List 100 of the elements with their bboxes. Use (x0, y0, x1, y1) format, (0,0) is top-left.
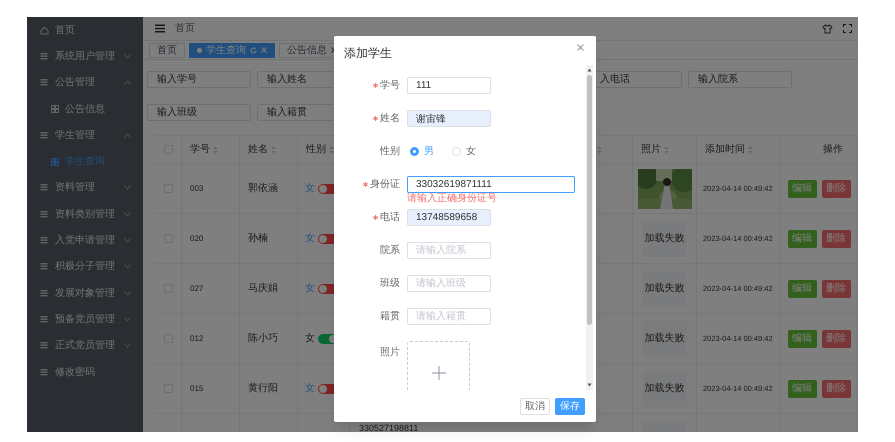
column-header[interactable]: 性别 (306, 142, 334, 157)
list-icon (40, 52, 49, 61)
upload-box[interactable] (407, 341, 470, 390)
column-header[interactable]: 学号 (190, 142, 218, 157)
edit-button[interactable]: 编辑 (788, 330, 816, 348)
required-icon (363, 182, 368, 187)
table-cell: 黄行阳 (240, 364, 298, 414)
menu-item[interactable]: 入党申请管理 (27, 227, 143, 254)
input-field[interactable]: 13748589658 (407, 209, 491, 226)
menu-item[interactable]: 发展对象管理 (27, 280, 143, 306)
chevron-down-icon (124, 212, 131, 217)
input-field[interactable]: 33032619871111 (407, 176, 575, 193)
grid-icon (51, 105, 59, 114)
chevron-down-icon (124, 264, 131, 270)
close-icon (261, 47, 267, 53)
dialog-title: 添加学生 (344, 44, 392, 62)
menu-item[interactable]: 首页 (27, 17, 143, 44)
column-header[interactable]: 添加时间 (705, 142, 753, 157)
cancel-button[interactable]: 取消 (520, 398, 550, 414)
scrollbar-thumb[interactable] (587, 75, 592, 325)
input-field[interactable]: 请输入班级 (407, 275, 491, 292)
table-cell: 陈小巧 (240, 314, 298, 364)
list-icon (40, 78, 49, 88)
save-button[interactable]: 保存 (555, 398, 585, 414)
field-label: 身份证 (370, 178, 400, 192)
column-header[interactable]: 照片 (641, 142, 669, 157)
down-arrow-icon (587, 383, 592, 387)
field-label: 院系 (380, 244, 400, 258)
filter-field[interactable]: 输入学号 (147, 71, 251, 88)
menu-item[interactable]: 正式党员管理 (27, 332, 143, 359)
breadcrumb[interactable]: 首页 (175, 21, 195, 36)
broken-image: 加载失败 (642, 370, 686, 406)
menu-item[interactable]: 积极分子管理 (27, 254, 143, 280)
menu-item[interactable]: 公告管理 (27, 70, 143, 96)
menu-item[interactable]: 资料管理 (27, 174, 143, 202)
delete-button[interactable]: 删除 (822, 180, 850, 198)
radio-option[interactable]: 女 (452, 144, 476, 159)
field-label: 学号 (380, 79, 400, 93)
column-header[interactable]: 姓名 (248, 142, 276, 157)
column-header: 操作 (823, 143, 843, 157)
table-cell: 003 (182, 164, 240, 214)
tab[interactable]: 首页 (149, 42, 185, 58)
chevron-down-icon (124, 238, 131, 244)
field-label: 照片 (380, 346, 400, 360)
required-icon (373, 83, 378, 88)
field-label: 电话 (380, 210, 400, 225)
edit-button[interactable]: 编辑 (788, 230, 816, 248)
table-cell: 027 (182, 264, 240, 314)
table-cell: 012 (182, 314, 240, 364)
chevron-down-icon (124, 54, 131, 59)
menu-item[interactable]: 修改密码 (27, 358, 143, 386)
list-icon (40, 210, 49, 219)
field-label: 性别 (380, 144, 400, 159)
up-arrow-icon (587, 68, 592, 72)
chevron-down-icon (124, 185, 131, 190)
sort-icon (664, 146, 669, 154)
menu-icon (155, 24, 165, 33)
edit-button[interactable]: 编辑 (788, 180, 816, 198)
chevron-down-icon (124, 343, 131, 348)
table-cell: 015 (182, 364, 240, 414)
input-field[interactable]: 请输入院系 (407, 242, 491, 259)
menu-item[interactable]: 预备党员管理 (27, 306, 143, 333)
scrollbar[interactable] (586, 65, 593, 390)
menu-item[interactable]: 资料类别管理 (27, 201, 143, 228)
required-icon (373, 215, 378, 220)
filter-field[interactable]: 输入院系 (688, 71, 792, 88)
input-field[interactable]: 谢宙锋 (407, 110, 491, 127)
table-cell: 马庆娟 (240, 264, 298, 314)
list-icon (40, 130, 49, 140)
broken-image: 加载失败 (642, 320, 686, 356)
menu-item[interactable]: 学生管理 (27, 122, 143, 148)
broken-image: 加载失败 (642, 220, 686, 256)
error-message: 请输入正确身份证号 (407, 193, 497, 205)
input-field[interactable]: 请输入籍贯 (407, 308, 491, 325)
sort-icon (213, 146, 218, 154)
list-icon (40, 183, 49, 192)
menu-item[interactable]: 公告信息 (27, 96, 143, 122)
table-cell: 郭依涵 (240, 164, 298, 214)
delete-button[interactable]: 删除 (822, 280, 850, 298)
dot-icon (197, 48, 202, 52)
broken-image: 加载失败 (642, 270, 686, 306)
input-field[interactable]: 111 (407, 77, 491, 94)
radio-option[interactable]: 男 (410, 144, 434, 159)
tab[interactable]: 学生查询 (189, 42, 275, 58)
refresh-icon (250, 46, 257, 54)
filter-field[interactable]: 输入班级 (147, 104, 251, 121)
menu-item[interactable]: 学生查询 (27, 148, 143, 175)
gender-label: 女 (305, 332, 315, 346)
gender-label: 女 (305, 232, 315, 246)
menu-item[interactable]: 系统用户管理 (27, 43, 143, 70)
delete-button[interactable]: 删除 (822, 230, 850, 248)
edit-button[interactable]: 编辑 (788, 280, 816, 298)
field-label: 班级 (380, 276, 400, 291)
delete-button[interactable]: 删除 (822, 380, 850, 398)
chevron-up-icon (124, 132, 131, 138)
field-label: 籍贯 (380, 310, 400, 324)
edit-button[interactable]: 编辑 (788, 380, 816, 398)
sort-icon (271, 146, 276, 154)
delete-button[interactable]: 删除 (822, 330, 850, 348)
table-cell: 020 (182, 214, 240, 264)
